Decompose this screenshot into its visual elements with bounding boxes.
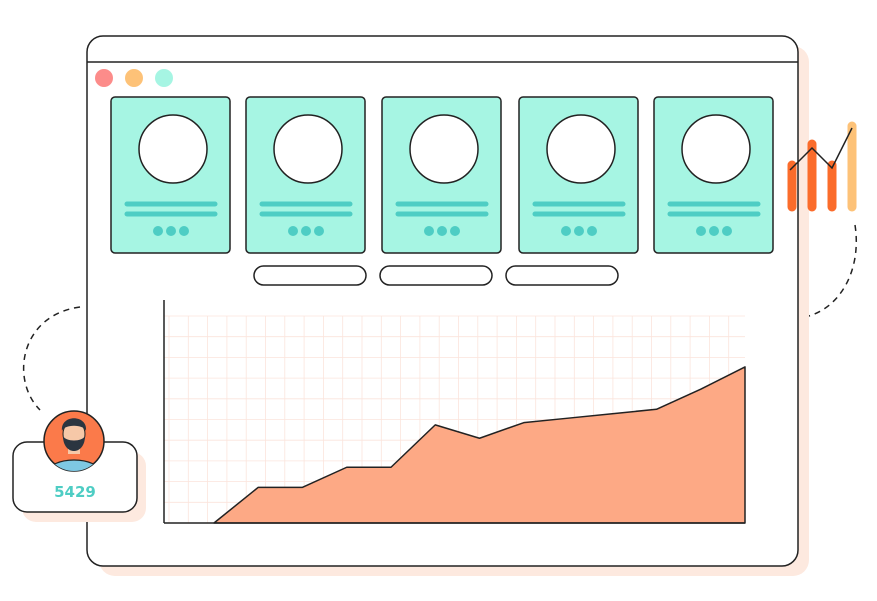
window-maximize-button[interactable] bbox=[155, 69, 173, 87]
pill-button[interactable] bbox=[379, 265, 493, 286]
avatar-placeholder-icon bbox=[409, 114, 479, 184]
profile-card-dot bbox=[424, 226, 434, 236]
pill-button-row bbox=[253, 265, 619, 286]
profile-card-dot bbox=[709, 226, 719, 236]
avatar-placeholder-icon bbox=[273, 114, 343, 184]
profile-card[interactable] bbox=[653, 96, 774, 254]
profile-card[interactable] bbox=[381, 96, 502, 254]
profile-card-dot bbox=[437, 226, 447, 236]
profile-card-dot bbox=[574, 226, 584, 236]
profile-card-dot bbox=[301, 226, 311, 236]
profile-card[interactable] bbox=[110, 96, 231, 254]
profile-card-row bbox=[110, 96, 774, 254]
user-count: 5429 bbox=[54, 483, 96, 501]
profile-card-dot bbox=[696, 226, 706, 236]
avatar-placeholder-icon bbox=[138, 114, 208, 184]
profile-card-dot bbox=[450, 226, 460, 236]
dashed-arc-left bbox=[22, 306, 81, 411]
profile-card-dot bbox=[722, 226, 732, 236]
window-minimize-button[interactable] bbox=[125, 69, 143, 87]
profile-card-dot bbox=[166, 226, 176, 236]
profile-card-dot bbox=[153, 226, 163, 236]
profile-card-dot bbox=[288, 226, 298, 236]
profile-card-dot bbox=[561, 226, 571, 236]
pill-button[interactable] bbox=[505, 265, 619, 286]
profile-card-dot bbox=[179, 226, 189, 236]
pill-button[interactable] bbox=[253, 265, 367, 286]
window-close-button[interactable] bbox=[95, 69, 113, 87]
avatar-placeholder-icon bbox=[546, 114, 616, 184]
avatar-placeholder-icon bbox=[681, 114, 751, 184]
profile-card-dot bbox=[314, 226, 324, 236]
profile-card[interactable] bbox=[245, 96, 366, 254]
profile-card[interactable] bbox=[518, 96, 639, 254]
illustration-canvas: 5429 bbox=[12, 35, 857, 576]
profile-card-dot bbox=[587, 226, 597, 236]
